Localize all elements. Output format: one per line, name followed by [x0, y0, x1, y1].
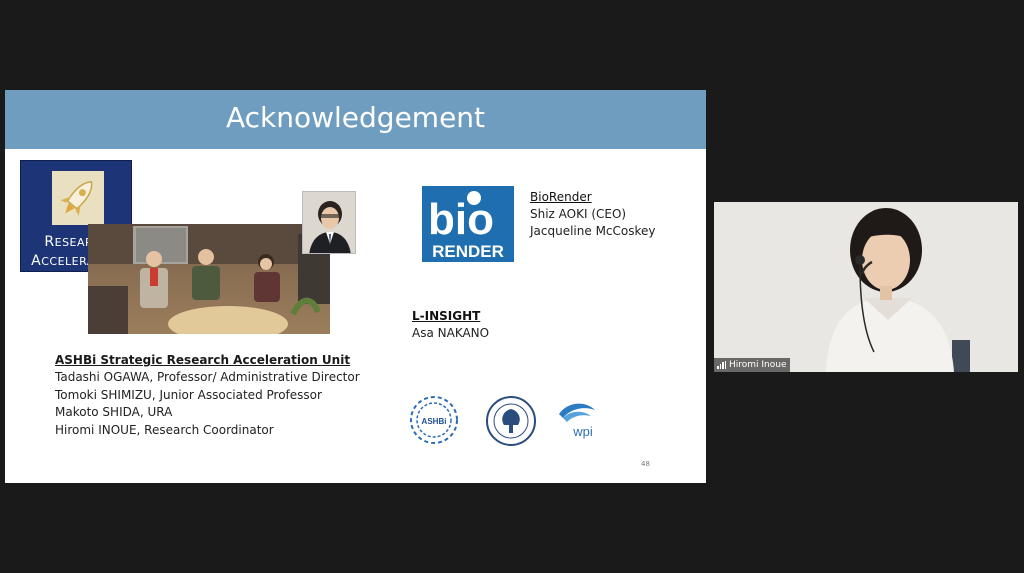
linsight-person: Asa NAKANO — [412, 326, 490, 340]
university-seal — [485, 395, 537, 447]
wpi-logo: wpi — [555, 400, 603, 440]
slide-page-number: 48 — [641, 460, 650, 468]
ashbi-logo-text: ASHBi — [422, 417, 447, 426]
unit-member: Tomoki SHIMIZU, Junior Associated Profes… — [55, 387, 322, 402]
linsight-credits: L-INSIGHT Asa NAKANO — [412, 308, 489, 342]
ashbi-logo: ASHBi — [407, 394, 461, 446]
slide-title: Acknowledgement — [225, 101, 486, 134]
signal-bars-icon — [717, 361, 726, 369]
unit-member: Makoto SHIDA, URA — [55, 405, 173, 419]
team-group-photo — [88, 224, 330, 334]
unit-title: ASHBi Strategic Research Acceleration Un… — [55, 353, 351, 367]
biorender-person: Shiz AOKI (CEO) — [530, 207, 627, 221]
unit-member: Hiromi INOUE, Research Coordinator — [55, 422, 274, 437]
unit-members-block: ASHBi Strategic Research Acceleration Un… — [55, 352, 360, 439]
biorender-title: BioRender — [530, 190, 592, 204]
biorender-logo-top-text: bio — [428, 195, 494, 244]
linsight-title: L-INSIGHT — [412, 309, 481, 323]
biorender-credits: BioRender Shiz AOKI (CEO) Jacqueline McC… — [530, 189, 656, 240]
participant-video-tile[interactable]: Hiromi Inoue — [714, 202, 1018, 372]
biorender-logo: bio RENDER — [422, 186, 514, 262]
portrait-photo — [302, 191, 356, 254]
biorender-logo-bottom-text: RENDER — [432, 242, 504, 261]
unit-member: Tadashi OGAWA, Professor/ Administrative… — [55, 370, 360, 384]
wpi-logo-text: wpi — [572, 424, 593, 439]
slide-header: Acknowledgement — [5, 90, 706, 149]
participant-name: Hiromi Inoue — [729, 360, 787, 370]
rocket-icon — [52, 171, 104, 225]
participant-name-tag: Hiromi Inoue — [714, 358, 790, 372]
biorender-person: Jacqueline McCoskey — [530, 224, 656, 238]
shared-slide: Acknowledgement RESEARCH ACCELERATION AS… — [5, 90, 706, 483]
